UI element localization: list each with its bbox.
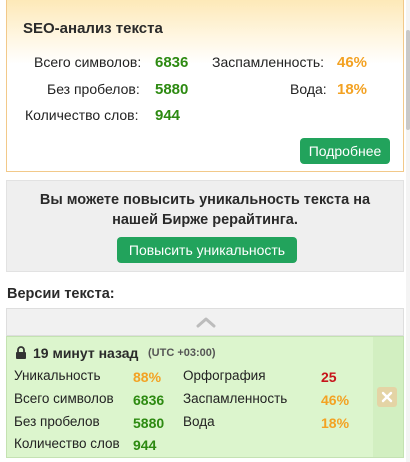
version-spam-label: Заспамленность [183,391,288,406]
word-count-value: 944 [155,107,181,124]
close-icon [381,391,393,403]
spelling-label: Орфография [183,368,266,383]
no-spaces-label: Без пробелов: [47,81,140,97]
uniqueness-value: 88% [133,369,162,385]
scrollbar-thumb[interactable] [406,30,410,130]
version-total-chars-label: Всего символов [14,391,114,406]
water-value: 18% [337,81,368,98]
promo-text-line1: Вы можете повысить уникальность текста н… [39,192,371,208]
version-side-strip [373,337,403,457]
version-water-label: Вода [183,414,215,429]
seo-analysis-panel: SEO-анализ текста Всего символов: 6836 Б… [6,0,404,172]
increase-uniqueness-button[interactable]: Повысить уникальность [117,237,297,263]
scrollbar[interactable] [406,0,410,462]
seo-title: SEO-анализ текста [23,20,163,37]
promo-block: Вы можете повысить уникальность текста н… [6,180,404,272]
version-no-spaces-label: Без пробелов [14,414,100,429]
version-word-count-label: Количество слов [14,436,120,451]
version-timezone: (UTC +03:00) [148,347,216,359]
spam-value: 46% [337,54,368,71]
more-details-button[interactable]: Подробнее [300,138,390,164]
chevron-up-icon [196,317,216,328]
total-chars-label: Всего символов: [34,54,142,70]
uniqueness-label: Уникальность [14,368,101,383]
lock-icon [16,346,26,359]
collapse-bar[interactable] [6,308,404,336]
version-spam-value: 46% [321,392,350,408]
version-word-count-value: 944 [133,437,157,453]
version-item[interactable]: 19 минут назад (UTC +03:00) Уникальность… [6,336,404,458]
spam-label: Заспамленность: [212,54,325,70]
versions-title: Версии текста: [7,286,115,302]
water-label: Вода: [290,81,327,97]
version-water-value: 18% [321,415,350,431]
version-time: 19 минут назад [33,345,139,361]
promo-text: Вы можете повысить уникальность текста н… [7,190,403,230]
total-chars-value: 6836 [155,54,189,71]
version-total-chars-value: 6836 [133,392,165,408]
promo-text-line2: нашей Бирже рерайтинга. [112,212,298,228]
version-no-spaces-value: 5880 [133,415,165,431]
spelling-value: 25 [321,369,337,385]
word-count-label: Количество слов: [25,107,139,123]
no-spaces-value: 5880 [155,81,189,98]
delete-version-button[interactable] [377,387,397,407]
